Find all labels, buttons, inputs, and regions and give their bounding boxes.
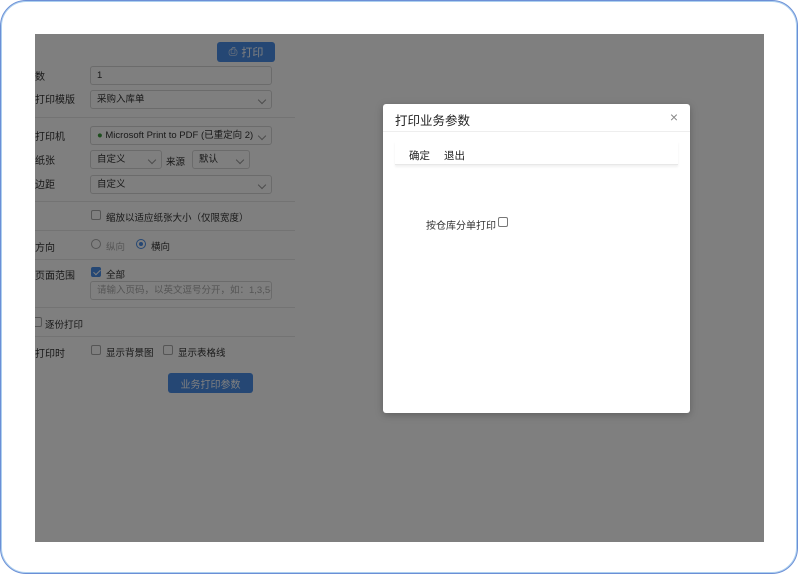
confirm-button[interactable]: 确定 [409, 148, 430, 163]
dialog-title: 打印业务参数 [395, 114, 471, 128]
split-by-warehouse-label: 按仓库分单打印 [426, 221, 496, 232]
split-by-warehouse-checkbox[interactable] [498, 217, 508, 227]
close-icon[interactable]: × [670, 109, 678, 125]
dialog-header-divider [383, 131, 690, 132]
dialog-toolbar: 确定 退出 [395, 141, 678, 165]
exit-button[interactable]: 退出 [444, 148, 465, 163]
business-params-dialog: 打印业务参数 × 确定 退出 按仓库分单打印 [383, 104, 690, 413]
